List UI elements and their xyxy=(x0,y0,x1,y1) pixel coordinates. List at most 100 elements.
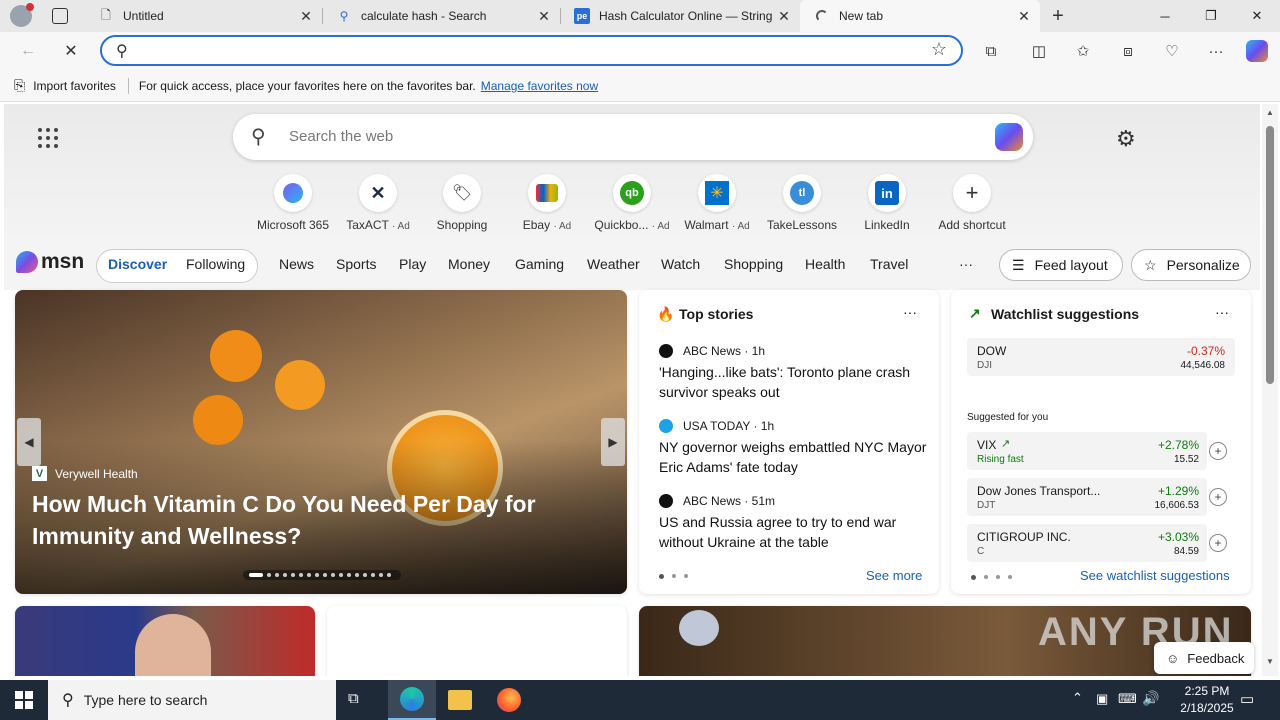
watch-row-citigroup[interactable]: CITIGROUP INC. C +3.03% 84.59 xyxy=(967,524,1207,562)
tray-chevron-icon[interactable]: ⌃ xyxy=(1072,690,1083,706)
back-button[interactable]: ← xyxy=(14,37,42,65)
tab-search[interactable]: ⚲ calculate hash - Search ✕ xyxy=(322,0,560,32)
favorite-star-icon[interactable]: ☆ xyxy=(931,39,947,60)
more-categories-button[interactable]: ··· xyxy=(959,256,973,272)
clock-time[interactable]: 2:25 PM xyxy=(1174,684,1240,698)
stock-price: 15.52 xyxy=(1173,454,1199,465)
clock-date[interactable]: 2/18/2025 xyxy=(1168,701,1246,715)
see-watchlist-link[interactable]: See watchlist suggestions xyxy=(1080,568,1230,583)
story-item[interactable]: ABC News · 51m US and Russia agree to tr… xyxy=(659,494,927,552)
category-travel[interactable]: Travel xyxy=(870,256,908,272)
start-button[interactable] xyxy=(0,680,48,720)
scroll-thumb[interactable] xyxy=(1266,126,1274,384)
feedback-button[interactable]: ☺ Feedback xyxy=(1154,642,1254,674)
tab-hash-calculator[interactable]: pe Hash Calculator Online — String ✕ xyxy=(560,0,800,32)
extensions-icon[interactable]: ⧉ xyxy=(978,38,1004,64)
category-weather[interactable]: Weather xyxy=(587,256,640,272)
firefox-icon[interactable] xyxy=(497,688,521,712)
story-item[interactable]: USA TODAY · 1h NY governor weighs embatt… xyxy=(659,419,927,477)
minimize-button[interactable]: ─ xyxy=(1142,0,1188,32)
scrollbar[interactable]: ▲ ▼ xyxy=(1262,104,1278,676)
apps-grid-icon[interactable] xyxy=(38,128,58,148)
more-options-button[interactable]: ··· xyxy=(1215,304,1229,320)
more-options-button[interactable]: ··· xyxy=(903,304,917,320)
settings-gear-icon[interactable]: ⚙ xyxy=(1116,126,1136,152)
carousel-prev-button[interactable]: ◀ xyxy=(17,418,41,466)
favorites-icon[interactable]: ✩ xyxy=(1070,38,1096,64)
add-to-watchlist-button[interactable]: + xyxy=(1209,534,1227,552)
edge-taskbar-icon[interactable] xyxy=(388,680,436,720)
tab-untitled[interactable]: 🗋 Untitled ✕ xyxy=(84,0,322,32)
tab-actions-icon[interactable] xyxy=(52,8,68,24)
category-news[interactable]: News xyxy=(279,256,314,272)
manage-favorites-link[interactable]: Manage favorites now xyxy=(481,79,598,93)
close-icon[interactable]: ✕ xyxy=(776,8,792,24)
msn-logo[interactable]: msn xyxy=(16,250,84,274)
shortcut-linkedin[interactable]: in LinkedIn xyxy=(845,174,929,232)
tab-discover[interactable]: Discover xyxy=(108,256,167,272)
watch-row-vix[interactable]: VIX ↗ Rising fast +2.78% 15.52 xyxy=(967,432,1207,470)
import-favorites-button[interactable]: Import favorites xyxy=(33,79,116,93)
category-health[interactable]: Health xyxy=(805,256,845,272)
shortcut-ebay[interactable]: Ebay · Ad xyxy=(505,174,589,232)
shortcut-taxact[interactable]: ✕ TaxACT · Ad xyxy=(336,174,420,232)
tray-device-icon[interactable]: ▣ xyxy=(1096,691,1108,707)
search-input[interactable]: Search the web xyxy=(289,128,393,145)
stop-loading-button[interactable]: ✕ xyxy=(57,37,85,65)
close-window-button[interactable]: ✕ xyxy=(1234,0,1280,32)
network-icon[interactable]: ⌨ xyxy=(1118,691,1137,707)
category-play[interactable]: Play xyxy=(399,256,426,272)
web-search-box[interactable]: ⚲ Search the web xyxy=(233,114,1033,160)
new-tab-button[interactable]: + xyxy=(1046,4,1070,28)
file-explorer-icon[interactable] xyxy=(448,690,472,710)
category-shopping[interactable]: Shopping xyxy=(724,256,783,272)
personalize-button[interactable]: ☆ Personalize xyxy=(1131,249,1251,281)
shortcut-walmart[interactable]: ✳ Walmart · Ad xyxy=(675,174,759,232)
task-view-icon[interactable]: ⧉ xyxy=(348,690,370,710)
page-dots xyxy=(971,575,1012,580)
copilot-icon[interactable] xyxy=(995,123,1023,151)
scroll-up-arrow[interactable]: ▲ xyxy=(1266,108,1274,117)
add-to-watchlist-button[interactable]: + xyxy=(1209,442,1227,460)
abc-news-icon xyxy=(659,494,673,508)
tab-new-tab[interactable]: New tab ✕ xyxy=(800,0,1040,32)
restore-button[interactable]: ❐ xyxy=(1188,0,1234,32)
news-card-image[interactable] xyxy=(15,606,315,676)
scroll-down-arrow[interactable]: ▼ xyxy=(1266,657,1274,666)
story-item[interactable]: ABC News · 1h 'Hanging...like bats': Tor… xyxy=(659,344,927,402)
address-bar[interactable]: ⚲ ☆ xyxy=(100,35,963,66)
copilot-icon[interactable] xyxy=(1244,38,1270,64)
shortcut-microsoft-365[interactable]: Microsoft 365 xyxy=(251,174,335,232)
carousel-indicator[interactable] xyxy=(243,570,401,580)
close-icon[interactable]: ✕ xyxy=(1016,8,1032,24)
feed-layout-button[interactable]: ☰ Feed layout xyxy=(999,249,1123,281)
hero-title[interactable]: How Much Vitamin C Do You Need Per Day f… xyxy=(32,488,592,552)
shortcut-add[interactable]: + Add shortcut xyxy=(930,174,1014,232)
browser-essentials-icon[interactable]: ♡ xyxy=(1159,38,1185,64)
tab-following[interactable]: Following xyxy=(186,256,245,272)
carousel-next-button[interactable]: ▶ xyxy=(601,418,625,466)
category-money[interactable]: Money xyxy=(448,256,490,272)
volume-icon[interactable]: 🔊 xyxy=(1142,690,1159,707)
close-icon[interactable]: ✕ xyxy=(298,8,314,24)
close-icon[interactable]: ✕ xyxy=(536,8,552,24)
category-gaming[interactable]: Gaming xyxy=(515,256,564,272)
collections-icon[interactable]: ⧈ xyxy=(1115,38,1141,64)
add-to-watchlist-button[interactable]: + xyxy=(1209,488,1227,506)
watch-row-djt[interactable]: Dow Jones Transport... DJT +1.29% 16,606… xyxy=(967,478,1207,516)
category-watch[interactable]: Watch xyxy=(661,256,700,272)
watch-row-dow[interactable]: DOW DJI -0.37% 44,546.08 xyxy=(967,338,1235,376)
crest-image xyxy=(679,610,719,646)
shortcut-quickbooks[interactable]: qb Quickbo... · Ad xyxy=(590,174,674,232)
split-screen-icon[interactable]: ◫ xyxy=(1026,38,1052,64)
shortcut-shopping[interactable]: 🏷 Shopping xyxy=(420,174,504,232)
hero-carousel[interactable]: ◀ ▶ V Verywell Health How Much Vitamin C… xyxy=(15,290,627,594)
notifications-icon[interactable]: ▭ xyxy=(1240,690,1254,708)
taskbar-search-box[interactable]: ⚲ Type here to search xyxy=(48,680,336,720)
profile-icon[interactable] xyxy=(10,3,34,27)
category-sports[interactable]: Sports xyxy=(336,256,376,272)
see-more-link[interactable]: See more xyxy=(866,568,922,583)
settings-more-icon[interactable]: ··· xyxy=(1203,38,1229,64)
news-card-blank[interactable] xyxy=(327,606,627,676)
shortcut-takelessons[interactable]: tl TakeLessons xyxy=(760,174,844,232)
